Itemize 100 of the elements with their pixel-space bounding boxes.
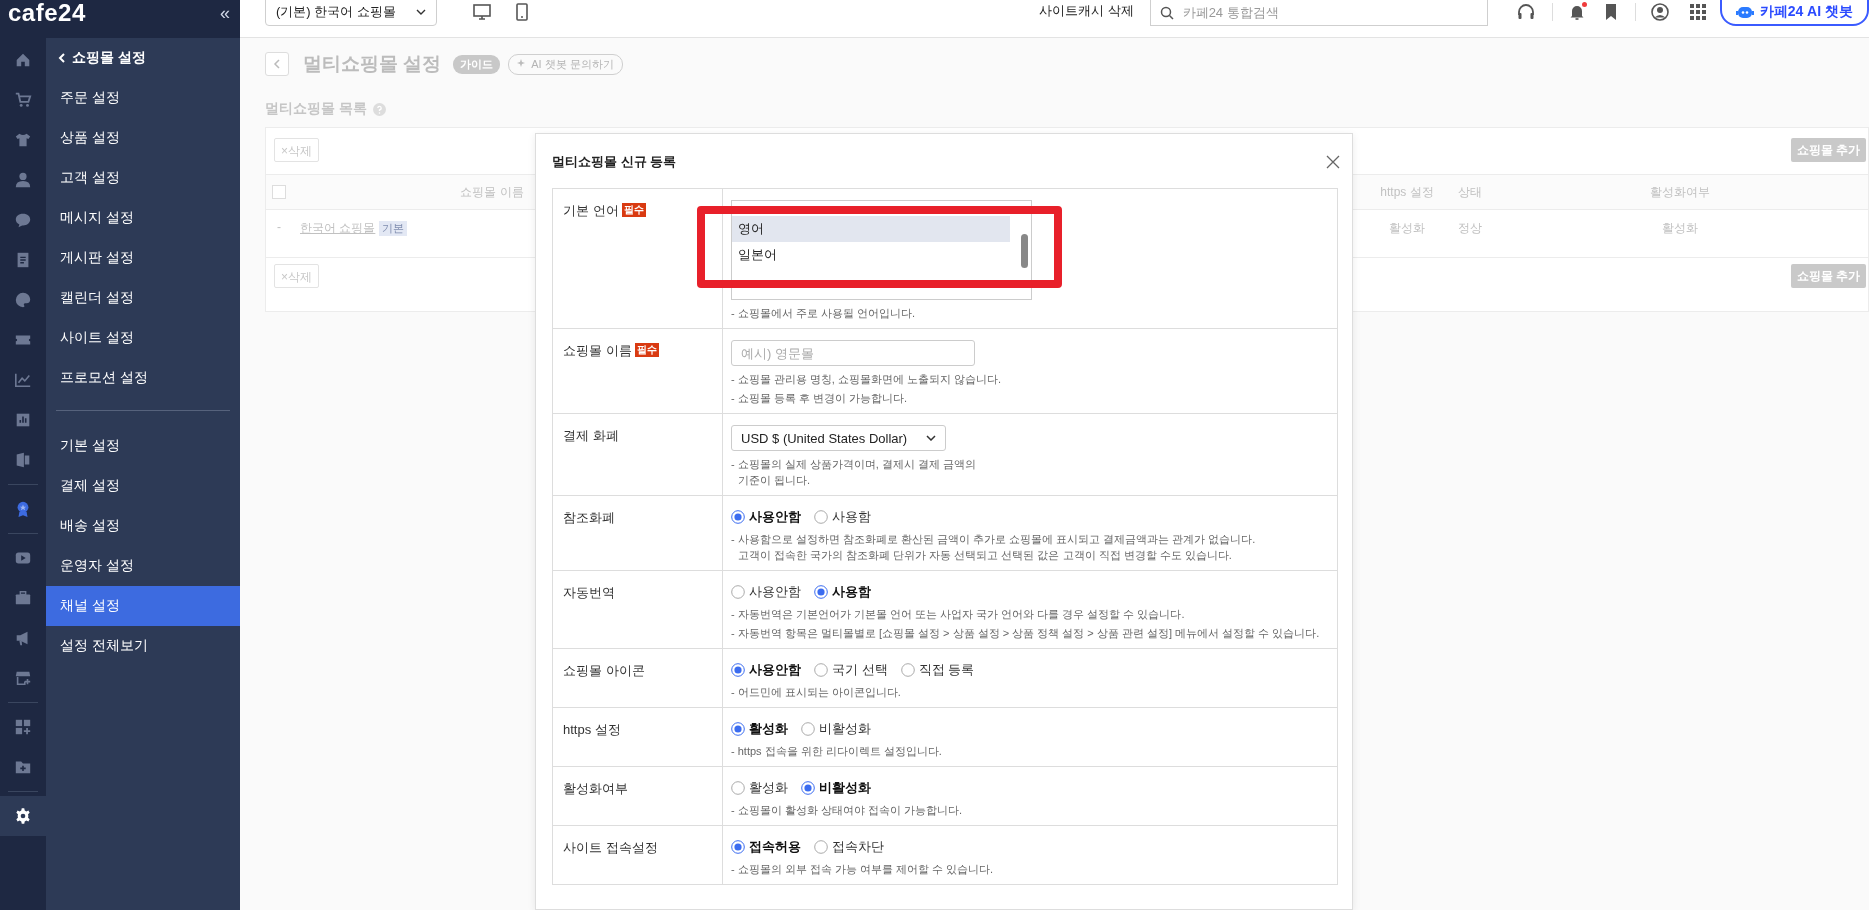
store-plus-icon — [14, 669, 32, 687]
menu-item[interactable]: 상품 설정 — [46, 118, 240, 158]
radio-button[interactable] — [900, 663, 915, 677]
page-title: 멀티쇼핑몰 설정 — [303, 52, 442, 76]
table-cell-text: 정상 — [1456, 220, 1483, 237]
radio-option[interactable]: 접속차단 — [814, 838, 884, 856]
help-text: - 쇼핑몰의 실제 상품가격이며, 결제시 결제 금액의 기준이 됩니다. — [731, 457, 977, 488]
shop-name-field[interactable]: 예시) 영문몰 — [731, 340, 975, 366]
field-label: 사이트 접속설정 — [563, 839, 658, 857]
menu-item[interactable]: 운영자 설정 — [46, 546, 240, 586]
radio-option[interactable]: 비활성화 — [801, 779, 871, 797]
table-cell-text: 활성화 — [1388, 220, 1426, 237]
menu-item[interactable]: 채널 설정 — [46, 586, 240, 626]
field-label: 쇼핑몰 이름 — [563, 342, 632, 360]
scrollbar-thumb[interactable] — [1021, 234, 1028, 268]
radio-option[interactable]: 접속허용 — [731, 838, 801, 856]
column-header: 상태 — [1456, 183, 1483, 201]
field-label: 자동번역 — [563, 584, 615, 602]
menu-item[interactable]: 메시지 설정 — [46, 198, 240, 238]
menu-item[interactable]: 기본 설정 — [46, 426, 240, 466]
list-option[interactable]: 일본어 — [732, 242, 1010, 268]
settings-icon — [14, 807, 32, 825]
chevron-left-icon — [58, 53, 66, 63]
radio-option[interactable]: 비활성화 — [801, 720, 871, 738]
menu-item[interactable]: 고객 설정 — [46, 158, 240, 198]
settings-button[interactable] — [0, 796, 46, 836]
menu-item[interactable]: 결제 설정 — [46, 466, 240, 506]
help-text: - 자동번역은 기본언어가 기본몰 언어 또는 사업자 국가 언어와 다를 경우 설정할 수 있습니다. — [731, 607, 1185, 622]
briefcase-icon — [14, 589, 32, 607]
menu-item[interactable]: 배송 설정 — [46, 506, 240, 546]
search-icon — [1159, 6, 1174, 20]
radio-button[interactable] — [731, 510, 745, 524]
shop-select[interactable]: (기본) 한국어 쇼핑몰 — [265, 0, 437, 26]
radio-button[interactable] — [814, 510, 828, 524]
radio-option[interactable]: 사용안함 — [731, 583, 801, 601]
required-badge: 필수 — [634, 343, 659, 357]
chevron-down-icon — [416, 9, 426, 15]
radio-option[interactable]: 사용함 — [814, 508, 871, 526]
help-text: - 쇼핑몰에서 주로 사용될 언어입니다. — [731, 306, 915, 321]
collapse-button[interactable]: « — [220, 2, 230, 24]
help-text: - 쇼핑몰의 외부 접속 가능 여부를 제어할 수 있습니다. — [731, 862, 994, 877]
palette-icon — [14, 291, 32, 309]
menu-item[interactable]: 캘린더 설정 — [46, 278, 240, 318]
radio-button[interactable] — [731, 585, 745, 599]
robot-icon — [1735, 4, 1754, 20]
help-text: - 쇼핑몰 관리용 명칭, 쇼핑몰화면에 노출되지 않습니다. — [731, 372, 1002, 387]
monitor-icon[interactable] — [472, 2, 492, 22]
close-icon[interactable] — [1326, 154, 1340, 169]
radio-button[interactable] — [801, 722, 815, 736]
apps-grid-icon[interactable] — [1687, 2, 1708, 22]
radio-button[interactable] — [814, 663, 828, 677]
radio-button[interactable] — [801, 781, 815, 795]
chevron-left-icon — [273, 59, 281, 69]
radio-option[interactable]: 사용안함 — [731, 508, 801, 526]
chat-icon — [14, 211, 32, 229]
radio-option[interactable]: 사용함 — [814, 583, 871, 601]
field-label: https 설정 — [563, 721, 621, 739]
menu-item[interactable]: 프로모션 설정 — [46, 358, 240, 398]
radio-option[interactable]: 활성화 — [731, 720, 788, 738]
user-icon[interactable] — [1649, 2, 1670, 22]
radio-button[interactable] — [814, 840, 828, 854]
menu-item[interactable]: 게시판 설정 — [46, 238, 240, 278]
ai-chatbot-button[interactable]: 카페24 AI 챗봇 — [1719, 0, 1869, 26]
line-chart-icon — [14, 371, 32, 389]
field-label: 쇼핑몰 아이콘 — [563, 662, 645, 680]
chevron-down-icon — [926, 435, 936, 441]
cart-icon — [14, 91, 32, 109]
help-text: - 어드민에 표시되는 아이콘입니다. — [731, 685, 901, 700]
radio-option[interactable]: 사용안함 — [731, 661, 801, 679]
cache-clear-button[interactable]: 사이트캐시 삭제 — [1039, 2, 1134, 20]
required-badge: 필수 — [621, 203, 646, 217]
radio-button[interactable] — [731, 781, 745, 795]
table-cell-text: 활성화 — [1661, 220, 1699, 237]
menu-item[interactable]: 설정 전체보기 — [46, 626, 240, 666]
dialog-title: 멀티쇼핑몰 신규 등록 — [552, 152, 677, 171]
menu-item[interactable]: 주문 설정 — [46, 78, 240, 118]
radio-button[interactable] — [731, 663, 745, 677]
radio-option[interactable]: 직접 등록 — [900, 661, 975, 679]
list-option[interactable]: 영어 — [732, 216, 1010, 242]
field-label: 참조화폐 — [563, 509, 615, 527]
bar-chart-icon — [14, 411, 32, 429]
help-text: - 자동번역 항목은 멀티몰별로 [쇼핑몰 설정 > 상품 설정 > 상품 정책 설정 > 상품 관련 설정] 메뉴에서 설정할 수 있습니다. — [731, 626, 1320, 641]
menu-item[interactable]: 사이트 설정 — [46, 318, 240, 358]
default-badge: 기본 — [379, 221, 408, 236]
field-label: 활성화여부 — [563, 780, 628, 798]
language-listbox[interactable]: 영어 일본어 — [731, 200, 1032, 300]
radio-button[interactable] — [731, 722, 745, 736]
currency-select[interactable]: USD $ (United States Dollar) — [731, 425, 946, 451]
field-label: 기본 언어 — [563, 202, 619, 220]
logo: cafe24 — [8, 0, 86, 27]
radio-option[interactable]: 국기 선택 — [814, 661, 888, 679]
field-label: 결제 화폐 — [563, 427, 619, 445]
radio-button[interactable] — [731, 840, 745, 854]
radio-option[interactable]: 활성화 — [731, 779, 788, 797]
radio-button[interactable] — [814, 585, 828, 599]
search-field[interactable]: 카페24 통합검색 — [1149, 0, 1488, 26]
home-icon — [14, 51, 32, 69]
headset-icon[interactable] — [1515, 2, 1536, 22]
checkbox[interactable] — [272, 185, 286, 199]
back-link[interactable]: 쇼핑몰 설정 — [46, 38, 240, 78]
